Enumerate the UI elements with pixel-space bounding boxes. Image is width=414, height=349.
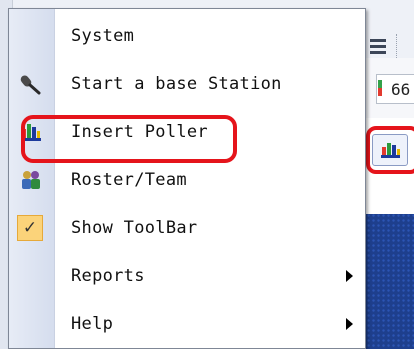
- submenu-arrow-icon: [346, 270, 353, 282]
- menu-item-reports[interactable]: Reports: [9, 253, 365, 299]
- highlight-ring-toolbar: [366, 126, 414, 174]
- context-menu: System Start a base Station Insert Polle…: [8, 8, 366, 349]
- menu-item-label: Roster/Team: [71, 170, 187, 190]
- menu-item-start-base-station[interactable]: Start a base Station: [9, 61, 365, 107]
- highlight-ring-insert-poller: [21, 115, 237, 163]
- menu-item-label: Help: [71, 314, 114, 334]
- team-icon: [22, 171, 40, 189]
- status-color-mark: [378, 80, 382, 96]
- microphone-icon: [20, 75, 41, 95]
- menu-item-label: Show ToolBar: [71, 218, 198, 238]
- submenu-arrow-icon: [346, 318, 353, 330]
- menu-item-help[interactable]: Help: [9, 301, 365, 347]
- menu-item-label: System: [71, 26, 135, 46]
- menu-item-label: Reports: [71, 266, 145, 286]
- menu-item-system[interactable]: System: [9, 13, 365, 59]
- list-icon[interactable]: [366, 36, 390, 56]
- checkmark-icon: ✓: [17, 215, 43, 241]
- toolbar-separator: [396, 34, 414, 58]
- menu-item-roster-team[interactable]: Roster/Team: [9, 157, 365, 203]
- menu-item-show-toolbar[interactable]: ✓ Show ToolBar: [9, 205, 365, 251]
- menu-item-label: Start a base Station: [71, 74, 282, 94]
